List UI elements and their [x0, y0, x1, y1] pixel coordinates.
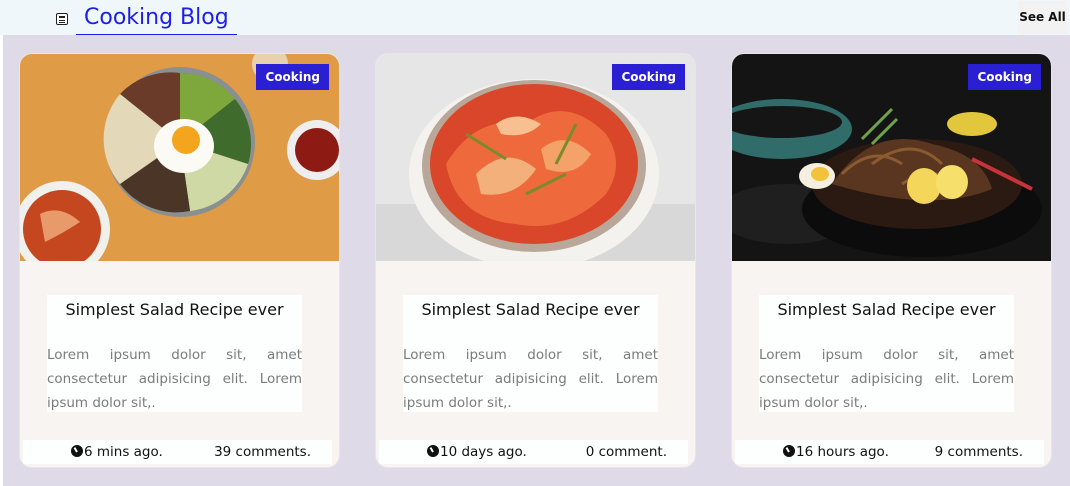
card-footer: 16 hours ago. 9 comments.: [735, 440, 1044, 464]
timestamp: 16 hours ago.: [783, 440, 889, 464]
card-content: Simplest Salad Recipe ever Lorem ipsum d…: [47, 295, 302, 412]
kimchi-image[interactable]: Cooking: [376, 54, 695, 261]
card-title[interactable]: Simplest Salad Recipe ever: [759, 295, 1014, 331]
timestamp: 6 mins ago.: [71, 440, 163, 464]
blog-card[interactable]: Cooking Simplest Salad Recipe ever Lorem…: [20, 54, 339, 467]
blog-card[interactable]: Cooking Simplest Salad Recipe ever Lorem…: [732, 54, 1051, 467]
time-label: 16 hours ago.: [796, 444, 889, 460]
card-excerpt: Lorem ipsum dolor sit, amet consectetur …: [47, 347, 302, 411]
time-label: 6 mins ago.: [84, 444, 163, 460]
noodles-image[interactable]: Cooking: [732, 54, 1051, 261]
timestamp: 10 days ago.: [427, 440, 527, 464]
card-title[interactable]: Simplest Salad Recipe ever: [403, 295, 658, 331]
clock-icon: [427, 445, 439, 457]
see-all-button[interactable]: See All: [1018, 1, 1067, 34]
card-excerpt: Lorem ipsum dolor sit, amet consectetur …: [759, 347, 1014, 411]
card-content: Simplest Salad Recipe ever Lorem ipsum d…: [759, 295, 1014, 412]
time-label: 10 days ago.: [440, 444, 527, 460]
bibimbap-image[interactable]: Cooking: [20, 54, 339, 261]
card-title[interactable]: Simplest Salad Recipe ever: [47, 295, 302, 331]
clock-icon: [783, 445, 795, 457]
top-bar: Cooking Blog See All: [0, 0, 1070, 35]
card-excerpt: Lorem ipsum dolor sit, amet consectetur …: [403, 347, 658, 411]
category-badge[interactable]: Cooking: [256, 64, 329, 90]
clock-icon: [71, 445, 83, 457]
comment-count[interactable]: 9 comments.: [935, 440, 1023, 464]
newspaper-icon: [56, 13, 68, 25]
category-badge[interactable]: Cooking: [968, 64, 1041, 90]
card-footer: 10 days ago. 0 comment.: [379, 440, 688, 464]
comment-count[interactable]: 0 comment.: [586, 440, 667, 464]
blog-card[interactable]: Cooking Simplest Salad Recipe ever Lorem…: [376, 54, 695, 467]
card-content: Simplest Salad Recipe ever Lorem ipsum d…: [403, 295, 658, 412]
page-title[interactable]: Cooking Blog: [76, 3, 237, 35]
category-badge[interactable]: Cooking: [612, 64, 685, 90]
card-grid: Cooking Simplest Salad Recipe ever Lorem…: [3, 35, 1070, 486]
comment-count[interactable]: 39 comments.: [214, 440, 311, 464]
card-footer: 6 mins ago. 39 comments.: [23, 440, 332, 464]
